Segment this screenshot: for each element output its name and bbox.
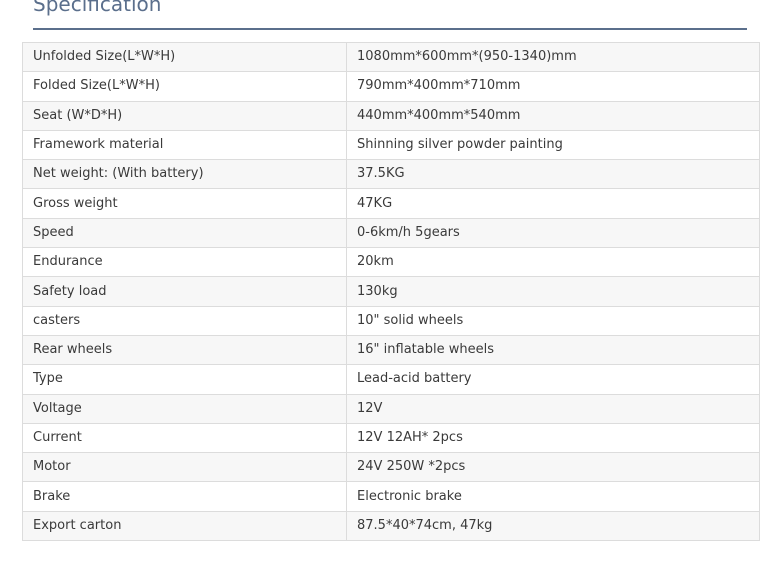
table-row: Safety load 130kg (22, 276, 760, 307)
table-row: Rear wheels 16" inflatable wheels (22, 334, 760, 366)
table-row: Framework material Shinning silver powder… (22, 129, 760, 161)
table-row: Export carton 87.5*40*74cm, 47kg (22, 510, 760, 542)
spec-label: Brake (22, 481, 347, 512)
spec-label: casters (22, 305, 347, 336)
heading-section: Specification (33, 0, 747, 30)
spec-label: Voltage (22, 393, 347, 424)
table-row: Speed 0-6km/h 5gears (22, 217, 760, 249)
table-row: Seat (W*D*H) 440mm*400mm*540mm (22, 100, 760, 131)
page-title: Specification (33, 0, 162, 16)
table-row: Net weight: (With battery) 37.5KG (22, 159, 760, 190)
spec-value: 10" solid wheels (346, 305, 760, 336)
spec-label: Export carton (22, 510, 347, 542)
specification-table: Unfolded Size(L*W*H) 1080mm*600mm*(950-13… (22, 41, 760, 542)
spec-value: 1080mm*600mm*(950-1340)mm (346, 41, 760, 73)
table-row: Current 12V 12AH* 2pcs (22, 422, 760, 454)
table-row: Folded Size(L*W*H) 790mm*400mm*710mm (22, 71, 760, 102)
table-row: Brake Electronic brake (22, 481, 760, 512)
table-row: Voltage 12V (22, 393, 760, 424)
spec-value: 12V (346, 393, 760, 424)
spec-label: Seat (W*D*H) (22, 100, 347, 131)
spec-label: Framework material (22, 129, 347, 161)
spec-value: Electronic brake (346, 481, 760, 512)
spec-value: 12V 12AH* 2pcs (346, 422, 760, 454)
spec-value: 16" inflatable wheels (346, 334, 760, 366)
spec-value: 20km (346, 247, 760, 278)
table-row: Type Lead-acid battery (22, 364, 760, 395)
spec-value: 440mm*400mm*540mm (346, 100, 760, 131)
spec-value: 24V 250W *2pcs (346, 452, 760, 483)
spec-label: Speed (22, 217, 347, 249)
table-row: Gross weight 47KG (22, 188, 760, 219)
spec-label: Folded Size(L*W*H) (22, 71, 347, 102)
spec-label: Gross weight (22, 188, 347, 219)
spec-label: Unfolded Size(L*W*H) (22, 41, 347, 73)
spec-value: 47KG (346, 188, 760, 219)
spec-label: Current (22, 422, 347, 454)
spec-label: Rear wheels (22, 334, 347, 366)
spec-label: Motor (22, 452, 347, 483)
spec-label: Net weight: (With battery) (22, 159, 347, 190)
spec-label: Safety load (22, 276, 347, 307)
table-row: Endurance 20km (22, 247, 760, 278)
spec-value: 87.5*40*74cm, 47kg (346, 510, 760, 542)
spec-value: 0-6km/h 5gears (346, 217, 760, 249)
spec-value: Lead-acid battery (346, 364, 760, 395)
table-row: Motor 24V 250W *2pcs (22, 452, 760, 483)
spec-value: 790mm*400mm*710mm (346, 71, 760, 102)
spec-value: 37.5KG (346, 159, 760, 190)
table-row: casters 10" solid wheels (22, 305, 760, 336)
spec-value: 130kg (346, 276, 760, 307)
spec-label: Endurance (22, 247, 347, 278)
spec-label: Type (22, 364, 347, 395)
spec-value: Shinning silver powder painting (346, 129, 760, 161)
table-row: Unfolded Size(L*W*H) 1080mm*600mm*(950-13… (22, 41, 760, 73)
specification-table-body: Unfolded Size(L*W*H) 1080mm*600mm*(950-13… (22, 41, 760, 542)
